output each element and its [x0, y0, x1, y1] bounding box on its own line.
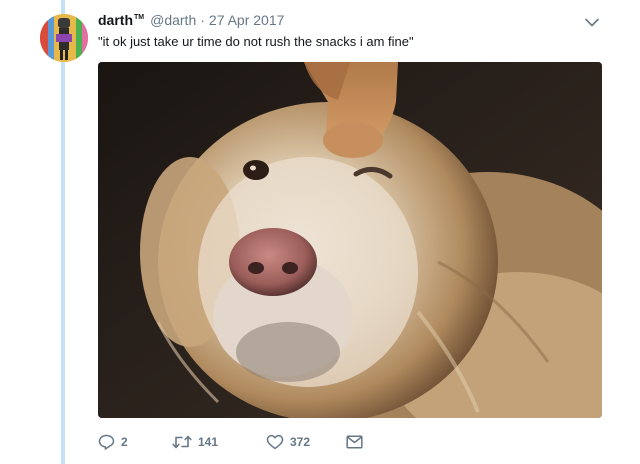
retweet-count: 141 [198, 435, 219, 449]
reply-icon [98, 434, 115, 450]
reply-count: 2 [121, 435, 128, 449]
tweet-header: darthTM @darth · 27 Apr 2017 [98, 12, 600, 32]
tweet-actions: 2 141 372 [98, 430, 370, 454]
chevron-down-icon [585, 18, 599, 26]
avatar[interactable] [40, 14, 88, 62]
like-button[interactable]: 372 [266, 434, 346, 450]
heart-icon [266, 434, 284, 450]
tweet-text: "it ok just take ur time do not rush the… [98, 34, 414, 49]
separator-dot: · [200, 12, 205, 28]
tweet-date[interactable]: 27 Apr 2017 [209, 12, 285, 28]
reply-button[interactable]: 2 [98, 434, 162, 450]
tweet-card[interactable]: darthTM @darth · 27 Apr 2017 "it ok just… [0, 0, 640, 464]
envelope-icon [346, 435, 363, 449]
trademark: TM [134, 14, 145, 22]
avatar-image [40, 14, 88, 62]
like-count: 372 [290, 435, 311, 449]
display-name[interactable]: darthTM [98, 12, 144, 28]
tweet-photo[interactable] [98, 62, 602, 418]
direct-message-button[interactable] [346, 435, 370, 449]
thread-line [61, 0, 65, 464]
user-handle[interactable]: @darth [150, 12, 196, 28]
dog-photo [98, 62, 602, 418]
retweet-icon [172, 435, 192, 449]
retweet-button[interactable]: 141 [172, 434, 266, 450]
more-button[interactable] [582, 14, 602, 30]
